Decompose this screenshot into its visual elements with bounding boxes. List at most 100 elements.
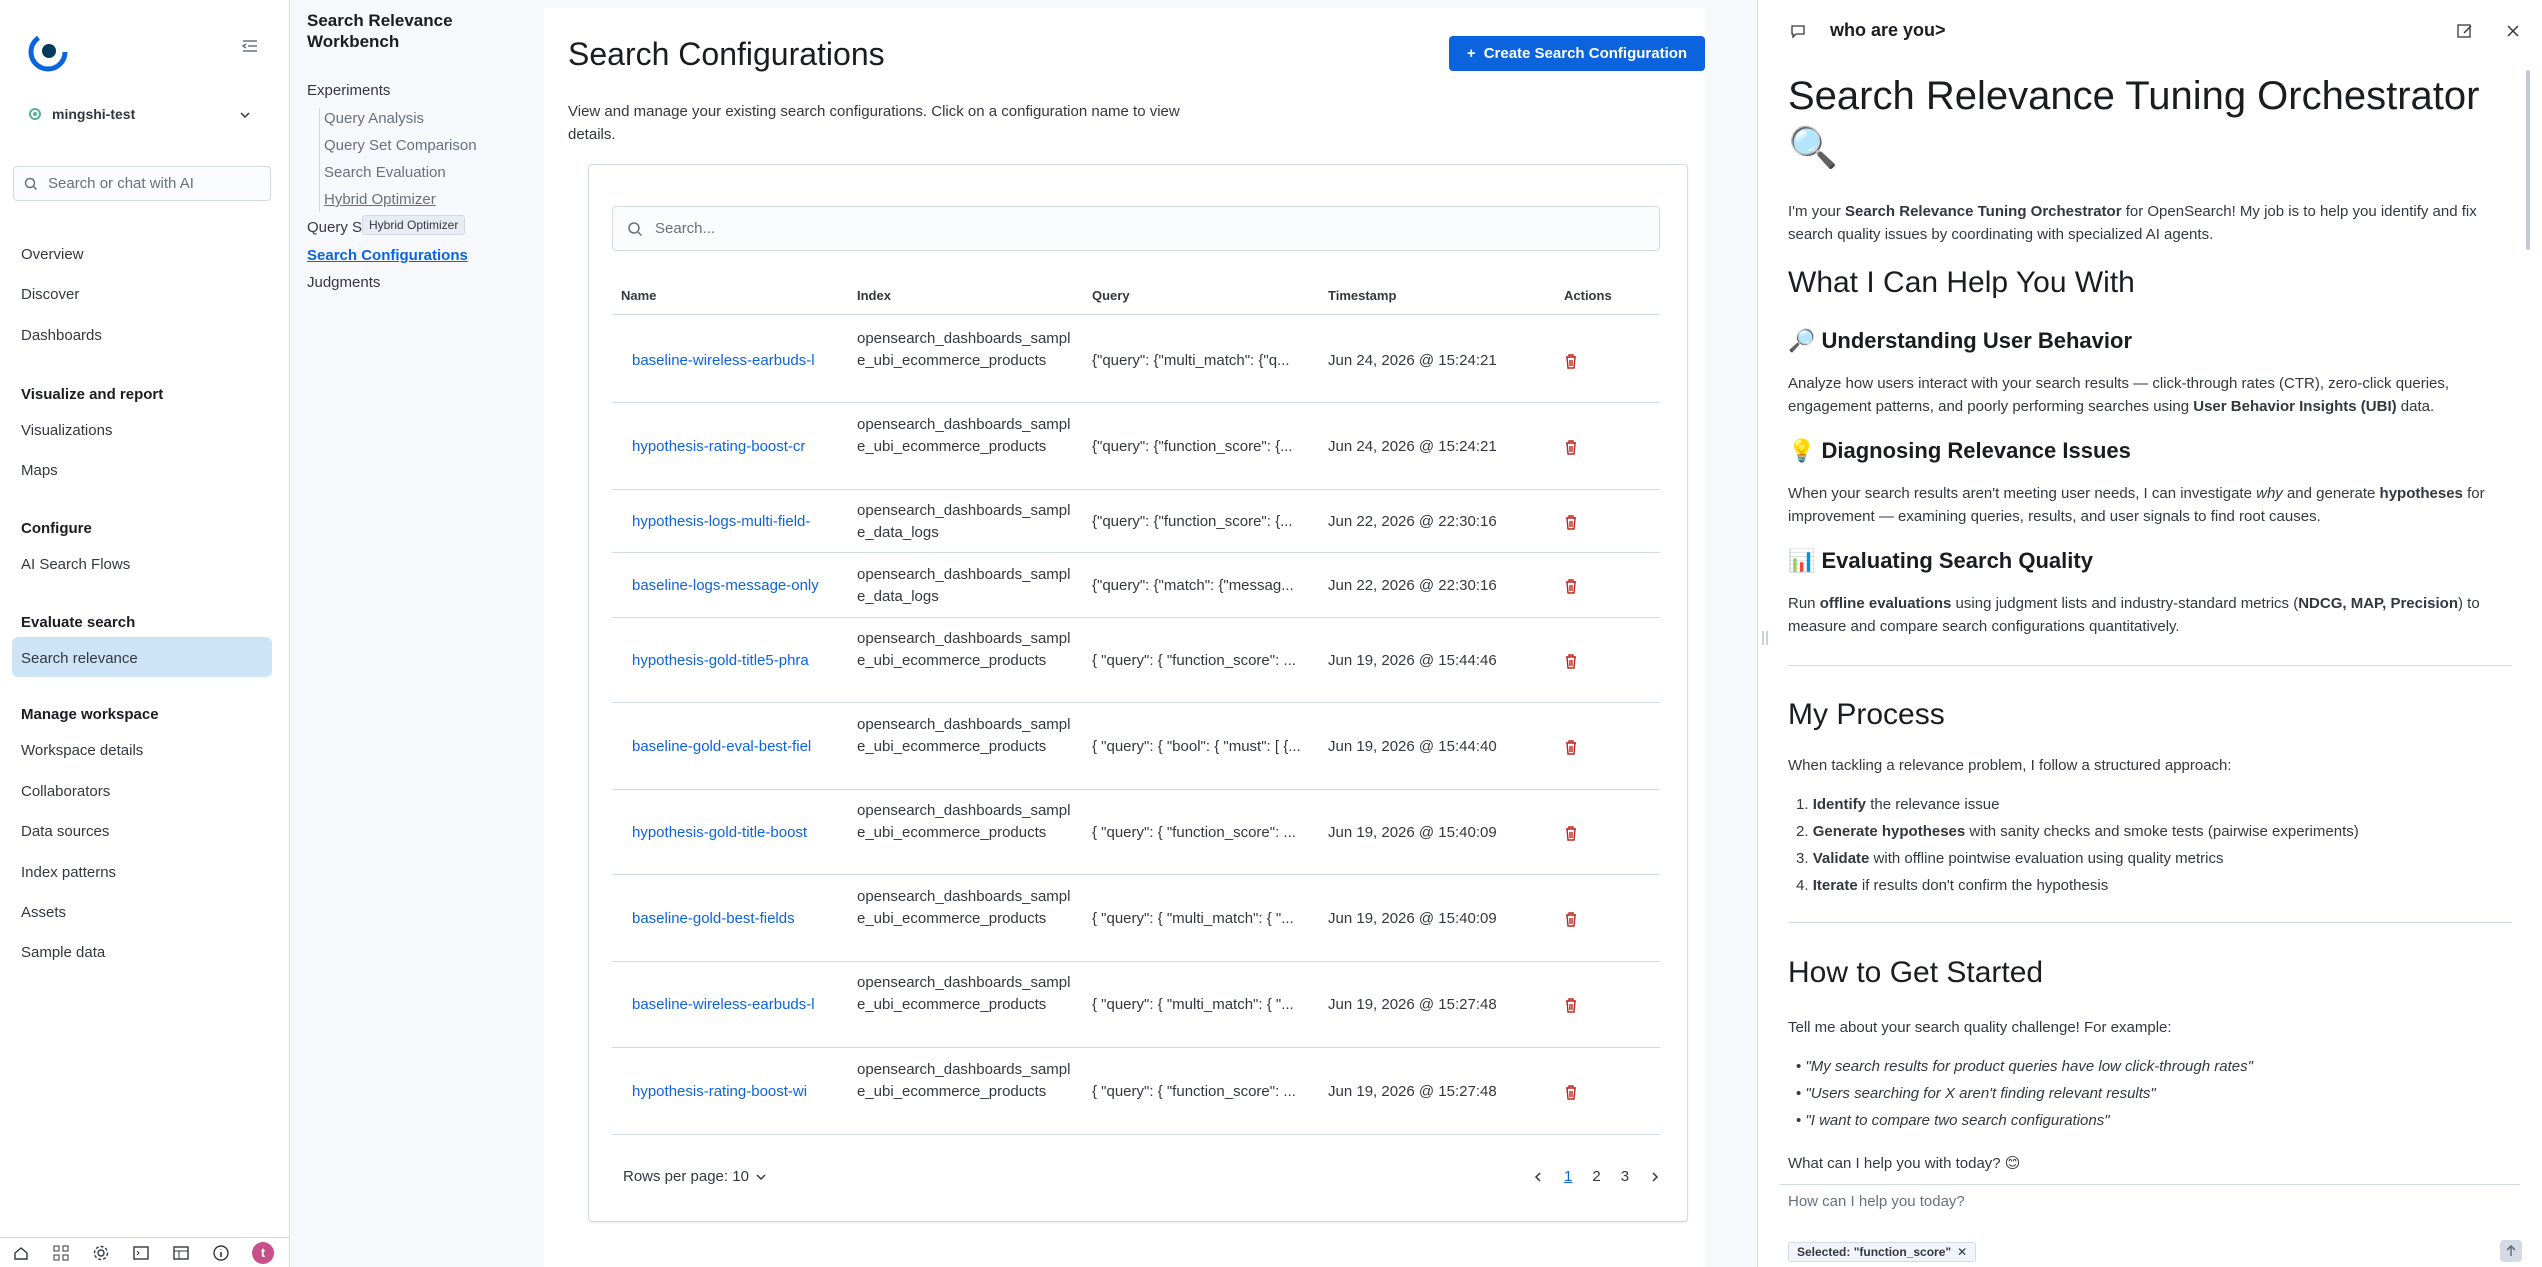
sidebar-item-judgments[interactable]: Judgments xyxy=(307,274,380,291)
index-cell: opensearch_dashboards_sample_ubi_ecommer… xyxy=(857,974,1071,1013)
nav-ai-search-flows[interactable]: AI Search Flows xyxy=(21,554,130,576)
sidebar-item-query-set-comparison[interactable]: Query Set Comparison xyxy=(324,137,477,154)
console-icon[interactable] xyxy=(132,1244,150,1262)
chevron-down-icon[interactable] xyxy=(238,108,252,122)
chat-heading-diagnose: 💡 Diagnosing Relevance Issues xyxy=(1788,438,2131,463)
config-name-link[interactable]: baseline-gold-eval-best-fiel xyxy=(632,738,832,755)
page-3-button[interactable]: 3 xyxy=(1621,1168,1629,1185)
nav-discover[interactable]: Discover xyxy=(21,284,79,306)
sidebar-item-query-sets[interactable]: Query S xyxy=(307,219,362,236)
workspace-icon xyxy=(29,108,41,120)
column-header-index[interactable]: Index xyxy=(857,288,891,303)
config-name-link[interactable]: hypothesis-gold-title5-phra xyxy=(632,652,832,669)
nav-collaborators[interactable]: Collaborators xyxy=(21,781,110,803)
apps-icon[interactable] xyxy=(52,1244,70,1262)
sidebar-item-search-evaluation[interactable]: Search Evaluation xyxy=(324,164,446,181)
layout-icon[interactable] xyxy=(172,1244,190,1262)
nav-assets[interactable]: Assets xyxy=(21,902,66,924)
send-button[interactable] xyxy=(2500,1240,2522,1262)
table-search-input[interactable]: Search... xyxy=(612,206,1660,251)
chat-paragraph-process: When tackling a relevance problem, I fol… xyxy=(1788,757,2232,774)
nav-workspace-details[interactable]: Workspace details xyxy=(21,740,143,762)
sidebar-item-query-analysis[interactable]: Query Analysis xyxy=(324,110,424,127)
workspace-name: mingshi-test xyxy=(52,106,136,122)
config-name-link[interactable]: hypothesis-rating-boost-cr xyxy=(632,438,832,455)
close-icon[interactable]: ✕ xyxy=(1957,1245,1967,1259)
selection-chip[interactable]: Selected: "function_score" ✕ xyxy=(1788,1242,1977,1262)
table-row: hypothesis-gold-title-boost opensearch_da… xyxy=(612,790,1660,875)
sidebar-item-experiments[interactable]: Experiments xyxy=(307,82,390,99)
rows-per-page-selector[interactable]: Rows per page: 10 xyxy=(623,1168,767,1185)
delete-icon[interactable] xyxy=(1562,996,1580,1014)
nav-visualizations[interactable]: Visualizations xyxy=(21,420,112,442)
chat-title: who are you> xyxy=(1830,20,1946,40)
chevron-left-icon[interactable] xyxy=(1532,1171,1544,1183)
config-name-link[interactable]: baseline-wireless-earbuds-l xyxy=(632,352,832,369)
delete-icon[interactable] xyxy=(1562,824,1580,842)
page-description: View and manage your existing search con… xyxy=(568,103,1180,143)
chevron-right-icon[interactable] xyxy=(1649,1171,1661,1183)
new-chat-icon[interactable] xyxy=(2456,22,2474,40)
table-row: hypothesis-logs-multi-field-opensearch_d… xyxy=(612,490,1660,553)
page-1-button[interactable]: 1 xyxy=(1564,1168,1572,1185)
sidebar-item-hybrid-optimizer[interactable]: Hybrid Optimizer xyxy=(324,191,436,208)
config-name-link[interactable]: hypothesis-gold-title-boost xyxy=(632,824,832,841)
page-2-button[interactable]: 2 xyxy=(1592,1168,1600,1185)
divider xyxy=(1788,665,2512,666)
nav-maps[interactable]: Maps xyxy=(21,460,58,482)
process-step: 1. Identify the relevance issue xyxy=(1796,796,2000,813)
index-cell: opensearch_dashboards_sample_ubi_ecommer… xyxy=(857,1060,1071,1100)
index-cell: opensearch_dashboards_sample_ubi_ecommer… xyxy=(857,329,1071,369)
global-search-input[interactable]: Search or chat with AI xyxy=(13,166,271,201)
config-name-link[interactable]: baseline-logs-message-only xyxy=(632,577,832,594)
nav-dashboards[interactable]: Dashboards xyxy=(21,325,102,347)
nav-index-patterns[interactable]: Index patterns xyxy=(21,862,116,884)
sidebar-tree-line xyxy=(319,108,320,212)
chat-scrollbar[interactable] xyxy=(2526,70,2530,250)
nav-sample-data[interactable]: Sample data xyxy=(21,942,105,964)
delete-icon[interactable] xyxy=(1562,352,1580,370)
query-cell: {"query": {"function_score": {... xyxy=(1092,512,1293,530)
delete-icon[interactable] xyxy=(1562,438,1580,456)
chat-header: who are you> xyxy=(1790,20,1946,41)
collapse-nav-icon[interactable] xyxy=(240,36,260,56)
workspace-selector[interactable]: mingshi-test xyxy=(28,106,135,122)
sidebar-item-search-configurations[interactable]: Search Configurations xyxy=(307,247,468,264)
opensearch-logo[interactable] xyxy=(28,32,68,72)
nav-data-sources[interactable]: Data sources xyxy=(21,821,109,843)
delete-icon[interactable] xyxy=(1562,652,1580,670)
info-icon[interactable] xyxy=(212,1244,230,1262)
query-cell: { "query": { "function_score": ... xyxy=(1092,1082,1296,1100)
chat-paragraph-evaluate: Run offline evaluations using judgment l… xyxy=(1788,595,2480,635)
nav-search-relevance[interactable]: Search relevance xyxy=(21,648,138,670)
delete-icon[interactable] xyxy=(1562,577,1580,595)
user-avatar[interactable]: t xyxy=(252,1241,274,1264)
delete-icon[interactable] xyxy=(1562,738,1580,756)
column-header-query[interactable]: Query xyxy=(1092,288,1130,303)
nav-section-manage: Manage workspace xyxy=(21,706,159,723)
close-icon[interactable] xyxy=(2504,22,2522,40)
delete-icon[interactable] xyxy=(1562,910,1580,928)
gear-icon[interactable] xyxy=(92,1244,110,1262)
chat-paragraph-diagnose: When your search results aren't meeting … xyxy=(1788,485,2485,525)
home-icon[interactable] xyxy=(12,1244,30,1262)
column-header-name[interactable]: Name xyxy=(621,288,656,303)
config-name-link[interactable]: hypothesis-rating-boost-wi xyxy=(632,1083,832,1100)
query-cell: {"query": {"function_score": {... xyxy=(1092,437,1293,455)
query-cell: { "query": { "function_score": ... xyxy=(1092,823,1296,841)
timestamp-cell: Jun 22, 2026 @ 22:30:16 xyxy=(1328,512,1497,530)
config-name-link[interactable]: baseline-wireless-earbuds-l xyxy=(632,996,832,1013)
nav-section-visualize: Visualize and report xyxy=(21,386,164,403)
config-name-link[interactable]: baseline-gold-best-fields xyxy=(632,910,832,927)
column-header-timestamp[interactable]: Timestamp xyxy=(1328,288,1396,303)
delete-icon[interactable] xyxy=(1562,513,1580,531)
page-title: Search Configurations xyxy=(568,36,885,72)
table-row: baseline-gold-eval-best-fiel opensearch_d… xyxy=(612,703,1660,790)
table-row: baseline-logs-message-only opensearch_das… xyxy=(612,553,1660,618)
config-name-link[interactable]: hypothesis-logs-multi-field- xyxy=(632,513,832,530)
chat-heading-behavior: 🔎 Understanding User Behavior xyxy=(1788,328,2133,353)
resize-handle-icon[interactable] xyxy=(1762,630,1768,646)
nav-overview[interactable]: Overview xyxy=(21,244,84,266)
delete-icon[interactable] xyxy=(1562,1083,1580,1101)
create-search-configuration-button[interactable]: + Create Search Configuration xyxy=(1449,36,1705,71)
